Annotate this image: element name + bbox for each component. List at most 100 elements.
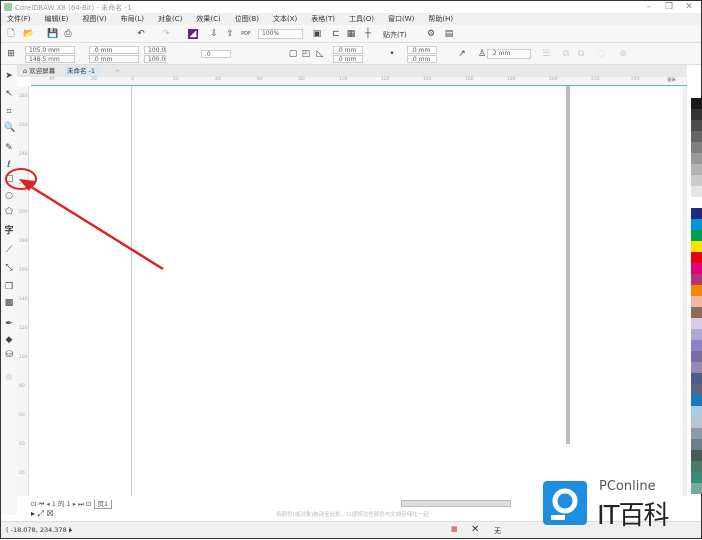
guidelines-icon[interactable]: ┼ xyxy=(363,29,373,39)
connector-tool-icon[interactable]: ⤡ xyxy=(4,263,14,273)
menu-layout[interactable]: 布局(L) xyxy=(121,14,144,24)
first-page-button[interactable]: ⊡ ⏮ ◂ xyxy=(31,500,52,508)
corner-radius-1-field[interactable]: .0 mm xyxy=(333,46,363,54)
color-swatch[interactable] xyxy=(691,197,702,208)
color-swatch[interactable] xyxy=(691,439,702,450)
x-position-field[interactable]: 105.0 mm xyxy=(25,46,75,54)
eyedropper-tool-icon[interactable]: ✒ xyxy=(4,319,14,329)
menu-effects[interactable]: 效果(C) xyxy=(196,14,220,24)
to-front-icon[interactable]: ⧉ xyxy=(561,49,571,59)
menu-object[interactable]: 对象(C) xyxy=(158,14,182,24)
menu-window[interactable]: 窗口(W) xyxy=(388,14,414,24)
width-field[interactable]: .0 mm xyxy=(89,46,139,54)
color-swatch[interactable] xyxy=(691,285,702,296)
height-field[interactable]: .0 mm xyxy=(89,55,139,63)
page-tab-1[interactable]: 页1 xyxy=(93,500,113,509)
page-size-icon[interactable]: ⊞ xyxy=(6,49,16,59)
restore-button[interactable]: ❐ xyxy=(661,1,677,13)
color-swatch[interactable] xyxy=(691,340,702,351)
crop-tool-icon[interactable]: ⌗ xyxy=(4,107,14,117)
color-swatch[interactable] xyxy=(691,472,702,483)
tab-welcome[interactable]: ⌂ 欢迎屏幕 xyxy=(19,66,59,77)
color-swatch[interactable] xyxy=(691,296,702,307)
shape-tool-icon[interactable]: ↖ xyxy=(4,89,14,99)
color-swatch[interactable] xyxy=(691,461,702,472)
new-tab-button[interactable]: + xyxy=(111,66,124,77)
color-swatch[interactable] xyxy=(691,395,702,406)
color-swatch[interactable] xyxy=(691,406,702,417)
freehand-tool-icon[interactable]: ✎ xyxy=(4,143,14,153)
rotation-field[interactable]: .0 xyxy=(201,50,231,58)
parallel-dimension-tool-icon[interactable]: ⟋ xyxy=(4,245,14,255)
corner-radius-2-field[interactable]: .0 mm xyxy=(333,55,363,63)
color-swatch[interactable] xyxy=(691,428,702,439)
polygon-tool-icon[interactable]: ⬠ xyxy=(4,207,14,217)
menu-tools[interactable]: 工具(O) xyxy=(349,14,374,24)
color-swatch[interactable] xyxy=(691,362,702,373)
full-screen-icon[interactable]: ▣ xyxy=(312,29,322,39)
smart-fill-tool-icon[interactable]: ⛁ xyxy=(4,350,14,360)
color-swatch[interactable] xyxy=(691,263,702,274)
undo-icon[interactable]: ↶ xyxy=(136,29,146,39)
snap-to-dropdown[interactable]: 贴齐(T) xyxy=(383,30,407,40)
color-swatch[interactable] xyxy=(691,208,702,219)
color-swatch[interactable] xyxy=(691,351,702,362)
artistic-media-tool-icon[interactable]: ℓ xyxy=(4,160,14,170)
tab-untitled-1[interactable]: 未命名 -1 xyxy=(63,66,100,77)
color-swatch[interactable] xyxy=(691,164,702,175)
export-icon[interactable]: ⇧ xyxy=(225,29,235,39)
grid-icon[interactable]: ▦ xyxy=(346,29,356,39)
text-tool-icon[interactable]: 字 xyxy=(4,226,14,236)
outline-width-select[interactable]: .2 mm xyxy=(487,49,531,59)
scale-y-field[interactable]: 100.0 xyxy=(144,55,166,63)
expand-arrow-icon[interactable]: ▸ xyxy=(69,526,73,534)
ellipse-tool-icon[interactable]: ○ xyxy=(4,191,14,201)
wrap-text-icon[interactable]: ☰ xyxy=(541,49,551,59)
close-button[interactable]: ✕ xyxy=(681,1,697,13)
color-swatch[interactable] xyxy=(691,142,702,153)
transparency-tool-icon[interactable]: ▩ xyxy=(4,298,14,308)
pdf-icon[interactable]: PDF xyxy=(241,29,251,39)
color-swatch[interactable] xyxy=(691,274,702,285)
color-swatch[interactable] xyxy=(691,131,702,142)
color-swatch[interactable] xyxy=(691,329,702,340)
outline-width-icon[interactable]: ♙ xyxy=(477,49,487,59)
rulers-icon[interactable]: ⊏ xyxy=(331,29,341,39)
color-swatch[interactable] xyxy=(691,175,702,186)
color-swatch[interactable] xyxy=(691,109,702,120)
last-page-button[interactable]: ▸ ⏭ ⊡ xyxy=(73,500,94,508)
no-color-swatch-icon[interactable]: ▸ ⤢ ☒ xyxy=(31,509,54,519)
zoom-tool-icon[interactable]: 🔍 xyxy=(4,123,15,133)
color-swatch[interactable] xyxy=(691,450,702,461)
menu-table[interactable]: 表格(T) xyxy=(311,14,335,24)
add-tool-icon[interactable]: ⊕ xyxy=(4,373,14,383)
color-swatch[interactable] xyxy=(691,384,702,395)
menu-view[interactable]: 视图(V) xyxy=(82,14,106,24)
drop-shadow-tool-icon[interactable]: ❒ xyxy=(4,282,14,292)
relative-corner-icon[interactable]: ↗ xyxy=(457,49,467,59)
y-position-field[interactable]: 148.5 mm xyxy=(25,55,75,63)
to-back-icon[interactable]: ⧉ xyxy=(576,49,586,59)
add-icon[interactable]: ⊕ xyxy=(618,49,628,59)
drawing-canvas[interactable] xyxy=(30,86,686,496)
new-icon[interactable]: 🗋 xyxy=(6,29,16,39)
lock-ratio-icon[interactable]: • xyxy=(387,49,397,59)
scale-x-field[interactable]: 100.0 xyxy=(144,46,166,54)
menu-edit[interactable]: 编辑(E) xyxy=(45,14,69,24)
save-icon[interactable]: 💾 xyxy=(47,29,58,39)
menu-file[interactable]: 文件(F) xyxy=(7,14,31,24)
import-icon[interactable]: ⇩ xyxy=(209,29,219,39)
pick-tool-icon[interactable]: ➤ xyxy=(4,71,14,81)
menu-help[interactable]: 帮助(H) xyxy=(428,14,453,24)
rectangle-tool-icon[interactable]: □ xyxy=(4,174,14,184)
round-corner-icon[interactable]: ▢ xyxy=(288,49,298,59)
color-swatch[interactable] xyxy=(691,230,702,241)
open-icon[interactable]: 📂 xyxy=(23,29,34,39)
horizontal-scrollbar[interactable] xyxy=(401,500,511,507)
print-icon[interactable]: ⎙ xyxy=(63,29,73,39)
color-swatch[interactable] xyxy=(691,153,702,164)
color-swatch[interactable] xyxy=(691,252,702,263)
color-swatch[interactable] xyxy=(691,318,702,329)
color-swatch[interactable] xyxy=(691,98,702,109)
color-swatch[interactable] xyxy=(691,373,702,384)
